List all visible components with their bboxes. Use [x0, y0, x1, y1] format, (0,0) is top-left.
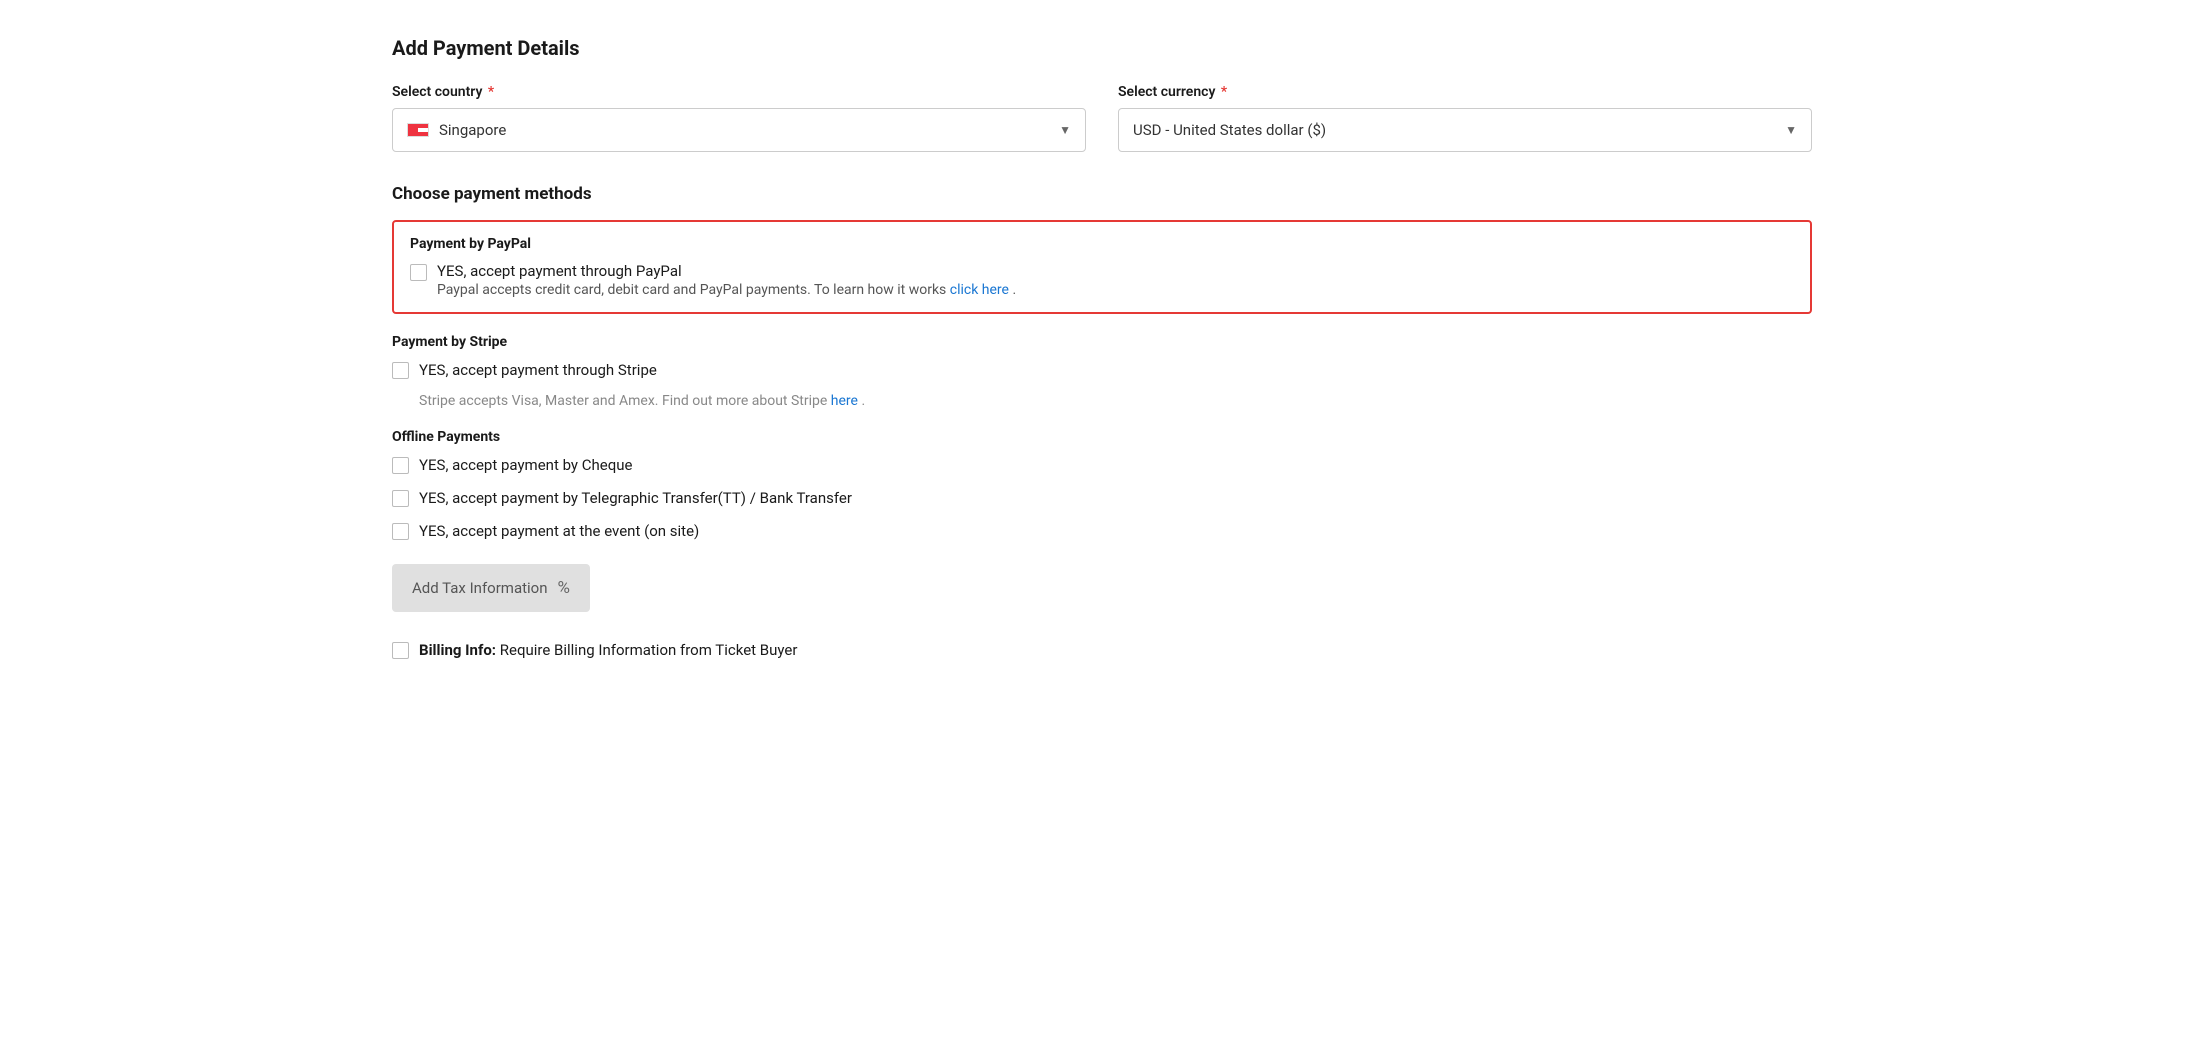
- cheque-checkbox[interactable]: [392, 457, 409, 474]
- chevron-down-icon: ▼: [1059, 123, 1071, 137]
- stripe-label: Payment by Stripe: [392, 334, 1812, 350]
- paypal-click-here-link[interactable]: click here: [950, 282, 1009, 298]
- currency-select[interactable]: USD - United States dollar ($) ▼: [1118, 108, 1812, 152]
- billing-checkbox[interactable]: [392, 642, 409, 659]
- onsite-label: YES, accept payment at the event (on sit…: [419, 522, 699, 540]
- country-currency-row: Select country * Singapore ▼ Select curr…: [392, 84, 1812, 152]
- payment-methods-title: Choose payment methods: [392, 184, 1812, 204]
- currency-required-star: *: [1221, 84, 1227, 100]
- page-container: Add Payment Details Select country * Sin…: [332, 0, 1872, 695]
- currency-value: USD - United States dollar ($): [1133, 121, 1785, 139]
- country-label: Select country *: [392, 84, 1086, 100]
- stripe-here-link[interactable]: here: [831, 393, 858, 409]
- stripe-section: Payment by Stripe YES, accept payment th…: [392, 334, 1812, 409]
- percent-icon: %: [558, 578, 570, 598]
- country-value: Singapore: [439, 121, 1059, 139]
- tt-row: YES, accept payment by Telegraphic Trans…: [392, 488, 1812, 507]
- offline-label: Offline Payments: [392, 429, 1812, 445]
- stripe-main-label: YES, accept payment through Stripe: [419, 361, 657, 379]
- paypal-label-group: YES, accept payment through PayPal Paypa…: [437, 262, 1016, 298]
- page-title: Add Payment Details: [392, 36, 1812, 60]
- cheque-row: YES, accept payment by Cheque: [392, 455, 1812, 474]
- stripe-note: Stripe accepts Visa, Master and Amex. Fi…: [392, 393, 1812, 409]
- paypal-main-label: YES, accept payment through PayPal: [437, 262, 1016, 280]
- paypal-section: Payment by PayPal YES, accept payment th…: [392, 220, 1812, 314]
- country-group: Select country * Singapore ▼: [392, 84, 1086, 152]
- paypal-checkbox[interactable]: [410, 264, 427, 281]
- tt-checkbox[interactable]: [392, 490, 409, 507]
- country-select[interactable]: Singapore ▼: [392, 108, 1086, 152]
- tt-label: YES, accept payment by Telegraphic Trans…: [419, 489, 852, 507]
- billing-label: Billing Info: Require Billing Informatio…: [419, 641, 797, 659]
- currency-label: Select currency *: [1118, 84, 1812, 100]
- paypal-description: Paypal accepts credit card, debit card a…: [437, 282, 1016, 298]
- add-tax-label: Add Tax Information: [412, 579, 548, 597]
- paypal-checkbox-row: YES, accept payment through PayPal Paypa…: [410, 262, 1794, 298]
- onsite-checkbox[interactable]: [392, 523, 409, 540]
- paypal-label: Payment by PayPal: [410, 236, 1794, 252]
- cheque-label: YES, accept payment by Cheque: [419, 456, 632, 474]
- offline-section: Offline Payments YES, accept payment by …: [392, 429, 1812, 540]
- onsite-row: YES, accept payment at the event (on sit…: [392, 521, 1812, 540]
- country-required-star: *: [488, 84, 494, 100]
- billing-row: Billing Info: Require Billing Informatio…: [392, 640, 1812, 659]
- stripe-checkbox-row: YES, accept payment through Stripe: [392, 360, 1812, 379]
- add-tax-button[interactable]: Add Tax Information %: [392, 564, 590, 612]
- currency-group: Select currency * USD - United States do…: [1118, 84, 1812, 152]
- singapore-flag-icon: [407, 123, 429, 137]
- stripe-checkbox[interactable]: [392, 362, 409, 379]
- chevron-down-icon: ▼: [1785, 123, 1797, 137]
